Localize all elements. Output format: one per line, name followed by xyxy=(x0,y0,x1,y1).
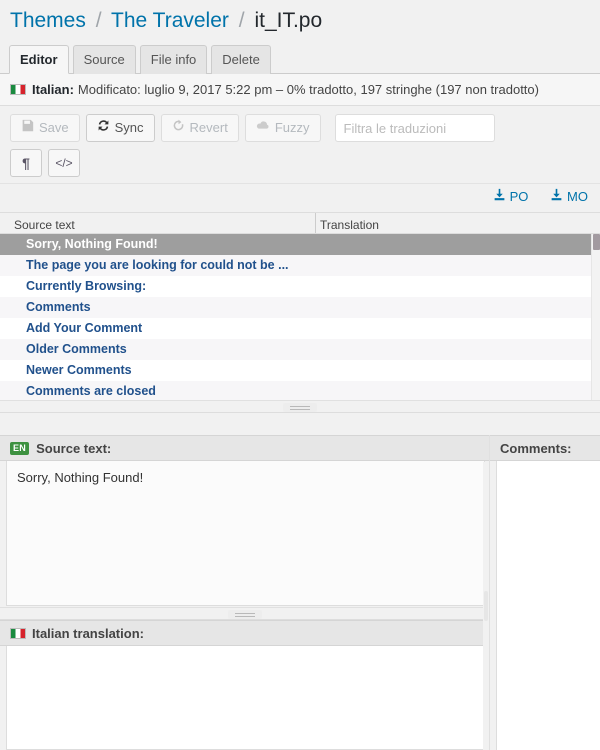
row-translation-text xyxy=(315,360,600,381)
cloud-fuzzy-icon xyxy=(256,115,270,141)
breadcrumb-link-theme[interactable]: The Traveler xyxy=(111,9,229,32)
translation-pane-header: Italian translation: xyxy=(0,620,489,646)
language-badge-en: EN xyxy=(10,441,30,455)
italy-flag-icon xyxy=(10,627,26,639)
comments-pane-header: Comments: xyxy=(490,435,600,461)
table-row[interactable]: Currently Browsing: xyxy=(0,276,600,297)
inner-horizontal-splitter[interactable] xyxy=(0,607,489,620)
table-row[interactable]: The page you are looking for could not b… xyxy=(0,255,600,276)
row-translation-text xyxy=(315,381,600,400)
row-translation-text xyxy=(315,297,600,318)
sync-button[interactable]: Sync xyxy=(85,114,155,142)
download-po-link[interactable]: PO xyxy=(493,188,529,204)
save-button-label: Save xyxy=(39,120,69,135)
comments-pane-title: Comments: xyxy=(500,440,572,456)
row-source-text: Add Your Comment xyxy=(26,321,143,335)
loco-translate-editor: Themes / The Traveler / it_IT.po Editor S… xyxy=(0,0,600,750)
table-row[interactable]: Newer Comments xyxy=(0,360,600,381)
breadcrumb-separator: / xyxy=(95,9,102,32)
strings-table-header: Source text Translation xyxy=(0,212,600,234)
download-mo-label: MO xyxy=(567,188,588,204)
row-translation-text xyxy=(315,234,600,255)
download-mo-link[interactable]: MO xyxy=(550,188,588,204)
breadcrumb: Themes / The Traveler / it_IT.po xyxy=(0,0,600,40)
source-text-content: Sorry, Nothing Found! xyxy=(6,461,485,606)
italy-flag-icon xyxy=(10,84,26,95)
row-source-text: Older Comments xyxy=(26,342,127,356)
filter-translations-input[interactable] xyxy=(334,114,495,142)
editor-toolbar: Save Sync Revert Fuzzy Filtra le traduzi… xyxy=(0,106,600,184)
save-disk-icon xyxy=(21,115,34,141)
sync-button-label: Sync xyxy=(114,120,144,135)
breadcrumb-current-file: it_IT.po xyxy=(254,9,323,32)
translation-textarea[interactable] xyxy=(6,646,485,750)
row-translation-text xyxy=(315,339,600,360)
table-row[interactable]: Comments are closed xyxy=(0,381,600,400)
tab-bar: Editor Source File info Delete xyxy=(0,44,600,74)
column-header-source-text[interactable]: Source text xyxy=(0,213,315,233)
row-translation-text xyxy=(315,318,600,339)
left-editor-pane: EN Source text: Sorry, Nothing Found! It… xyxy=(0,435,489,750)
breadcrumb-link-themes[interactable]: Themes xyxy=(10,9,86,32)
tab-delete[interactable]: Delete xyxy=(211,45,271,74)
revert-button-label: Revert xyxy=(189,120,228,135)
tab-file-info[interactable]: File info xyxy=(139,45,208,74)
fuzzy-button[interactable]: Fuzzy xyxy=(244,114,321,142)
horizontal-splitter[interactable] xyxy=(0,400,600,413)
pilcrow-icon-button[interactable]: ¶ xyxy=(10,149,42,177)
file-status-bar: Italian: Modificato: luglio 9, 2017 5:22… xyxy=(0,74,600,106)
vertical-splitter[interactable] xyxy=(483,462,489,750)
breadcrumb-separator-2: / xyxy=(238,9,245,32)
translation-pane-title: Italian translation: xyxy=(32,625,144,641)
pilcrow-icon: ¶ xyxy=(22,155,30,171)
status-detail-text: Modificato: luglio 9, 2017 5:22 pm – 0% … xyxy=(77,82,539,97)
toolbar-primary-row: Save Sync Revert Fuzzy xyxy=(10,114,590,142)
revert-button[interactable]: Revert xyxy=(160,114,239,142)
scrollbar-thumb[interactable] xyxy=(593,234,600,250)
editor-panes: EN Source text: Sorry, Nothing Found! It… xyxy=(0,435,600,750)
revert-undo-icon xyxy=(172,115,185,141)
status-language-label: Italian: xyxy=(32,82,74,97)
tab-editor[interactable]: Editor xyxy=(9,45,69,74)
row-translation-text xyxy=(315,255,600,276)
splitter-grip xyxy=(283,403,317,412)
fuzzy-button-label: Fuzzy xyxy=(274,120,310,135)
row-source-text: Comments are closed xyxy=(26,384,156,398)
row-source-text: The page you are looking for could not b… xyxy=(26,258,289,272)
row-source-text: Currently Browsing: xyxy=(26,279,147,293)
splitter-grip xyxy=(227,610,262,619)
row-translation-text xyxy=(315,276,600,297)
source-text-pane-title: Source text: xyxy=(36,440,112,456)
comments-pane: Comments: xyxy=(489,435,600,750)
row-source-text: Comments xyxy=(26,300,91,314)
strings-table-body[interactable]: Sorry, Nothing Found! The page you are l… xyxy=(0,234,600,400)
sync-refresh-icon xyxy=(97,115,110,141)
download-po-label: PO xyxy=(509,188,529,204)
row-source-text: Newer Comments xyxy=(26,363,132,377)
code-tags-icon: </> xyxy=(55,156,73,170)
tab-source[interactable]: Source xyxy=(72,45,136,74)
table-row[interactable]: Older Comments xyxy=(0,339,600,360)
toolbar-format-row: ¶ </> xyxy=(10,149,590,177)
source-text-pane-header: EN Source text: xyxy=(0,435,489,461)
row-source-text: Sorry, Nothing Found! xyxy=(26,237,158,251)
table-row[interactable]: Sorry, Nothing Found! xyxy=(0,234,600,255)
comments-content[interactable] xyxy=(496,461,600,750)
breadcrumb-theme-anchor[interactable]: The Traveler xyxy=(111,9,229,32)
strings-list-scrollbar[interactable] xyxy=(591,234,600,400)
column-header-translation[interactable]: Translation xyxy=(315,213,600,233)
download-icon xyxy=(493,188,506,204)
code-tags-icon-button[interactable]: </> xyxy=(48,149,80,177)
splitter-grip xyxy=(484,591,488,621)
table-row[interactable]: Add Your Comment xyxy=(0,318,600,339)
breadcrumb-themes-anchor[interactable]: Themes xyxy=(10,9,86,32)
save-button[interactable]: Save xyxy=(10,114,80,142)
table-row[interactable]: Comments xyxy=(0,297,600,318)
download-icon xyxy=(550,188,563,204)
download-links-row: PO MO xyxy=(0,184,600,212)
